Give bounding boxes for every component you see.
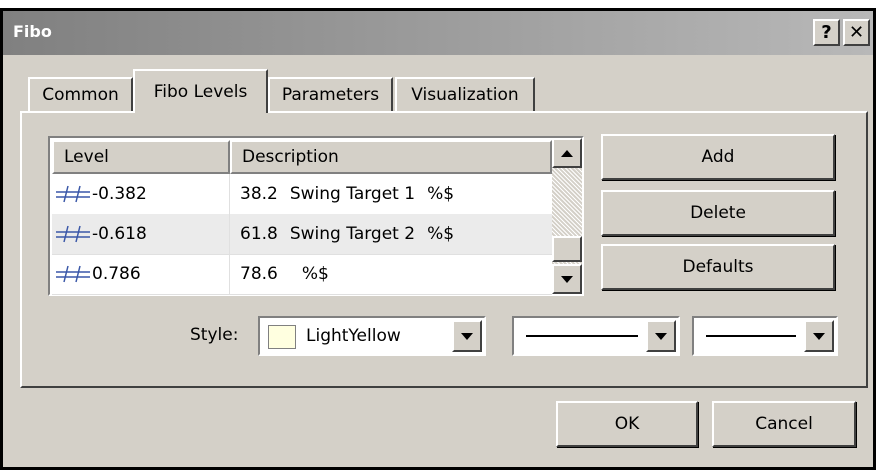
ok-button[interactable]: OK (556, 401, 698, 447)
close-button[interactable]: ✕ (843, 19, 870, 46)
description-suffix: %$ (427, 224, 455, 244)
scroll-up-button[interactable] (552, 138, 582, 168)
color-name: LightYellow (306, 326, 401, 346)
level-value: -0.382 (92, 184, 147, 204)
table-row[interactable]: -0.382 38.2 Swing Target 1 %$ (52, 174, 552, 215)
description-suffix: %$ (301, 264, 329, 284)
add-button[interactable]: Add (601, 134, 835, 180)
description-value: 61.8 (240, 224, 278, 244)
level-value: 0.786 (92, 264, 141, 284)
levels-table: Level Description -0.382 38.2 Swing Targ… (48, 136, 584, 296)
line-width-dropdown-button[interactable] (804, 320, 834, 352)
arrow-up-icon (561, 149, 573, 157)
description-suffix: %$ (427, 184, 455, 204)
chevron-down-icon (461, 332, 473, 340)
color-dropdown-button[interactable] (452, 320, 482, 352)
tab-fibo-levels[interactable]: Fibo Levels (133, 69, 268, 113)
description-value: 78.6 (240, 264, 278, 284)
description-value: 38.2 (240, 184, 278, 204)
line-style-icon (56, 265, 90, 283)
chevron-down-icon (813, 332, 825, 340)
line-width-select[interactable] (692, 316, 838, 356)
description-cell[interactable]: 38.2 Swing Target 1 %$ (230, 174, 552, 214)
level-value: -0.618 (92, 224, 147, 244)
cancel-button[interactable]: Cancel (712, 401, 856, 447)
description-cell[interactable]: 61.8 Swing Target 2 %$ (230, 214, 552, 254)
window-title: Fibo (13, 22, 52, 41)
scroll-thumb[interactable] (552, 236, 582, 262)
color-swatch (268, 325, 296, 349)
line-style-icon (56, 225, 90, 243)
title-bar[interactable]: Fibo ? ✕ (3, 11, 873, 55)
scroll-down-button[interactable] (552, 264, 582, 294)
table-row[interactable]: -0.618 61.8 Swing Target 2 %$ (52, 214, 552, 255)
line-width-preview (706, 335, 796, 337)
color-select[interactable]: LightYellow (258, 316, 486, 356)
chevron-down-icon (655, 332, 667, 340)
description-label: Swing Target 1 (289, 184, 416, 204)
table-header: Level Description (52, 140, 552, 174)
help-button[interactable]: ? (813, 19, 840, 46)
line-style-dropdown-button[interactable] (646, 320, 676, 352)
description-cell[interactable]: 78.6 %$ (230, 254, 552, 294)
line-style-icon (56, 185, 90, 203)
arrow-down-icon (561, 275, 573, 283)
vertical-scrollbar[interactable] (552, 138, 582, 294)
line-style-select[interactable] (512, 316, 680, 356)
level-cell[interactable]: -0.618 (52, 214, 230, 254)
column-header-description[interactable]: Description (230, 140, 552, 174)
delete-button[interactable]: Delete (601, 190, 835, 236)
tab-visualization[interactable]: Visualization (395, 77, 535, 111)
level-cell[interactable]: -0.382 (52, 174, 230, 214)
description-label: Swing Target 2 (289, 224, 416, 244)
tab-parameters[interactable]: Parameters (268, 77, 393, 111)
line-style-preview (526, 335, 638, 337)
style-label: Style: (190, 325, 239, 345)
level-cell[interactable]: 0.786 (52, 254, 230, 294)
table-row[interactable]: 0.786 78.6 %$ (52, 254, 552, 295)
defaults-button[interactable]: Defaults (601, 244, 835, 290)
column-header-level[interactable]: Level (52, 140, 230, 174)
tab-common[interactable]: Common (28, 77, 133, 111)
